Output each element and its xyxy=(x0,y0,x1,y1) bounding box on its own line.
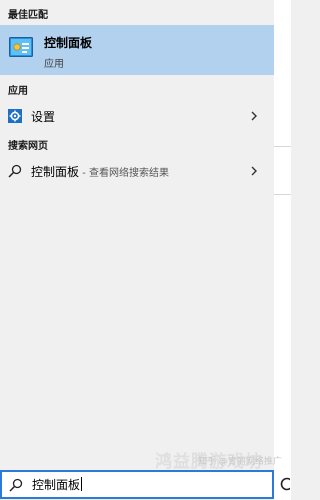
best-match-title: 控制面板 xyxy=(44,36,93,50)
search-icon xyxy=(8,164,22,178)
search-icon xyxy=(9,478,23,492)
right-panel-divider xyxy=(274,146,291,147)
app-item-settings[interactable]: 设置 xyxy=(0,103,274,129)
search-input-text: 控制面板 xyxy=(32,478,81,492)
gear-icon xyxy=(8,109,22,123)
cortana-ring-icon[interactable] xyxy=(278,476,290,492)
start-search-panel: 最佳匹配 控制面板 应用 应用 设置 搜索网页 控制面板 - 查看网络搜索结果 … xyxy=(0,0,291,500)
chevron-right-icon[interactable] xyxy=(249,165,259,177)
taskbar-edge xyxy=(274,470,291,499)
apps-header: 应用 xyxy=(8,86,28,97)
web-search-header: 搜索网页 xyxy=(8,141,48,152)
web-search-item[interactable]: 控制面板 - 查看网络搜索结果 xyxy=(0,158,274,184)
chevron-right-icon[interactable] xyxy=(249,110,259,122)
text-caret xyxy=(81,477,83,491)
best-match-result[interactable]: 控制面板 应用 xyxy=(0,25,274,75)
right-panel-divider xyxy=(274,194,291,195)
search-input[interactable]: 控制面板 xyxy=(32,476,83,493)
right-side-panel xyxy=(274,0,291,500)
search-box[interactable]: 控制面板 xyxy=(0,470,274,499)
best-match-header: 最佳匹配 xyxy=(8,10,48,21)
control-panel-icon xyxy=(9,37,33,57)
web-search-term: 控制面板 xyxy=(31,165,80,179)
app-item-label: 设置 xyxy=(31,110,56,124)
web-search-suffix: - 查看网络搜索结果 xyxy=(79,168,169,179)
best-match-subtitle: 应用 xyxy=(44,59,64,70)
watermark-small: 知乎 @青丽网络推广 xyxy=(198,457,282,467)
web-search-label: 控制面板 - 查看网络搜索结果 xyxy=(31,163,169,180)
